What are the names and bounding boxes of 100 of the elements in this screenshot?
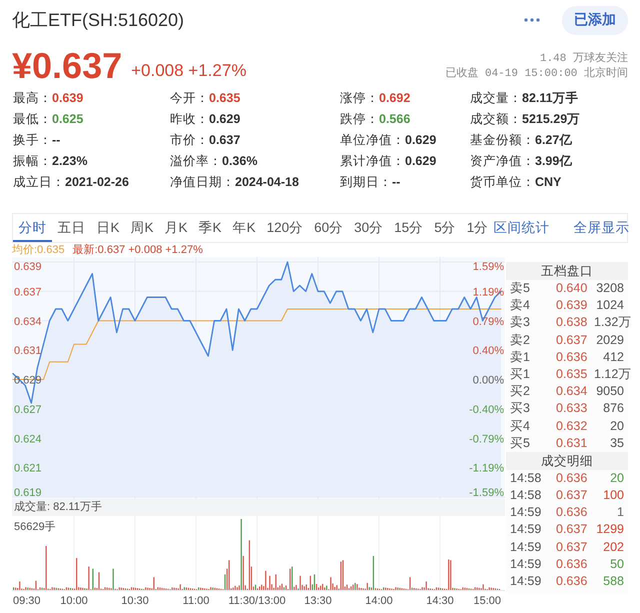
price-change: +0.008 +1.27% — [131, 61, 246, 81]
trade-time: 14:59 — [509, 521, 542, 538]
period-tab[interactable]: 30分 — [348, 214, 389, 242]
price-axis-label: 0.619 — [14, 487, 42, 499]
percent-axis-label: -0.79% — [469, 433, 504, 446]
time-axis-label: 14:30 — [426, 595, 454, 607]
order-level-label: 买2 — [509, 383, 531, 400]
trade-time: 14:59 — [509, 573, 542, 590]
stat-item: 振幅：2.23% — [13, 153, 88, 170]
stat-item: 单位净值：0.629 — [340, 132, 436, 149]
trade-time: 14:58 — [509, 470, 542, 487]
stat-item: 净值日期：2024-04-18 — [170, 174, 299, 191]
order-level-label: 卖1 — [509, 348, 531, 366]
order-volume: 1.32万 — [594, 314, 632, 332]
toolbar-link[interactable]: 区间统计 — [494, 219, 550, 237]
order-volume: 2029 — [595, 332, 625, 349]
order-book-title: 五档盘口 — [506, 262, 628, 280]
trade-volume: 50 — [609, 556, 625, 573]
trade-volume: 20 — [609, 470, 625, 487]
trade-time: 14:59 — [509, 538, 542, 556]
stat-item: 到期日：-- — [340, 174, 400, 191]
period-tab[interactable]: 五日 — [52, 214, 91, 242]
follow-button[interactable]: 已添加 — [562, 6, 628, 34]
trade-volume: 1 — [616, 504, 625, 522]
period-tab[interactable]: 1分 — [461, 214, 494, 242]
period-tab[interactable]: 60分 — [308, 214, 349, 242]
order-price: 0.640 — [556, 280, 588, 297]
trade-volume: 1299 — [595, 521, 625, 538]
period-tab[interactable]: 120分 — [261, 214, 309, 242]
order-price: 0.634 — [556, 383, 588, 400]
stat-item: 涨停：0.692 — [340, 90, 410, 107]
stat-item: 成交量：82.11万手 — [470, 90, 579, 107]
period-tab[interactable]: 分时 — [13, 214, 52, 242]
stock-title: 化工ETF(SH:516020) — [12, 9, 184, 32]
order-price: 0.636 — [556, 348, 588, 366]
stat-item: 累计净值：0.629 — [340, 153, 436, 170]
trade-price: 0.636 — [556, 504, 588, 522]
order-level-label: 买4 — [509, 418, 531, 434]
percent-axis-label: 1.59% — [472, 261, 504, 273]
time-axis-label: 11:30/13:00 — [228, 595, 286, 607]
percent-axis-label: 0.00% — [472, 374, 504, 386]
period-tab[interactable]: 日K — [91, 214, 126, 242]
time-axis-label: 09:30 — [13, 595, 41, 607]
period-tab[interactable]: 年K — [227, 214, 262, 242]
order-level-label: 买1 — [509, 366, 531, 383]
order-price: 0.635 — [556, 366, 588, 383]
price-axis-label: 0.627 — [14, 404, 42, 416]
order-price: 0.633 — [556, 400, 588, 418]
time-axis-label: 13:30 — [304, 595, 332, 607]
stat-item: 货币单位：CNY — [470, 174, 562, 191]
trade-price: 0.636 — [556, 573, 588, 590]
order-price: 0.637 — [556, 332, 588, 349]
period-tab[interactable]: 周K — [125, 214, 160, 242]
percent-axis-label: 0.79% — [472, 316, 504, 328]
toolbar-link[interactable]: 全屏显示 — [574, 219, 630, 237]
percent-axis-label: 1.19% — [472, 286, 504, 298]
followers-count: 1.48 万球友关注 — [540, 52, 628, 66]
trade-price: 0.637 — [556, 487, 588, 504]
order-volume: 876 — [602, 400, 625, 418]
time-axis-label: 15:00 — [473, 595, 501, 607]
stat-item: 昨收：0.629 — [170, 111, 240, 128]
legend-text: 均价:0.635 — [12, 243, 65, 257]
percent-axis-label: -1.19% — [469, 462, 504, 475]
order-volume: 412 — [602, 348, 625, 366]
stat-item: 最高：0.639 — [13, 90, 84, 107]
period-tab[interactable]: 5分 — [428, 214, 462, 242]
order-level-label: 买5 — [509, 434, 531, 452]
order-level-label: 卖4 — [509, 297, 531, 314]
trade-price: 0.636 — [556, 470, 588, 487]
stat-item: 成交额：5215.29万 — [470, 111, 580, 128]
stat-item: 资产净值：3.99亿 — [470, 153, 572, 170]
legend-text: 最新:0.637 +0.008 +1.27% — [72, 243, 203, 257]
stat-item: 市价：0.637 — [170, 132, 240, 149]
trade-volume: 202 — [602, 538, 625, 556]
stat-item: 基金份额：6.27亿 — [470, 132, 572, 149]
order-level-label: 卖2 — [509, 332, 531, 349]
price-axis-label: 0.631 — [14, 345, 42, 358]
order-volume: 9050 — [595, 383, 625, 400]
stat-item: 溢价率：0.36% — [170, 153, 258, 170]
price-axis-label: 0.639 — [14, 261, 42, 273]
percent-axis-label: -1.59% — [469, 487, 504, 499]
volume-title: 成交量: 82.11万手 — [12, 499, 505, 516]
trade-volume: 588 — [602, 573, 625, 590]
order-price: 0.632 — [556, 418, 588, 434]
period-tab[interactable]: 季K — [193, 214, 228, 242]
trades-title: 成交明细 — [506, 452, 628, 470]
stat-item: 最低：0.625 — [13, 111, 84, 128]
trade-time: 14:59 — [509, 504, 542, 522]
trade-price: 0.636 — [556, 556, 588, 573]
order-volume: 1.12万 — [594, 366, 632, 383]
period-tab[interactable]: 月K — [159, 214, 194, 242]
order-volume: 35 — [609, 434, 625, 452]
order-level-label: 卖5 — [509, 280, 531, 297]
market-status: 已收盘 04-19 15:00:00 北京时间 — [445, 67, 628, 82]
period-tab[interactable]: 15分 — [388, 214, 429, 242]
stat-item: 换手：-- — [13, 132, 60, 149]
time-axis-label: 11:00 — [182, 595, 210, 607]
more-icon[interactable] — [524, 18, 540, 22]
trade-volume: 100 — [602, 487, 625, 504]
percent-axis-label: 0.40% — [472, 345, 504, 358]
